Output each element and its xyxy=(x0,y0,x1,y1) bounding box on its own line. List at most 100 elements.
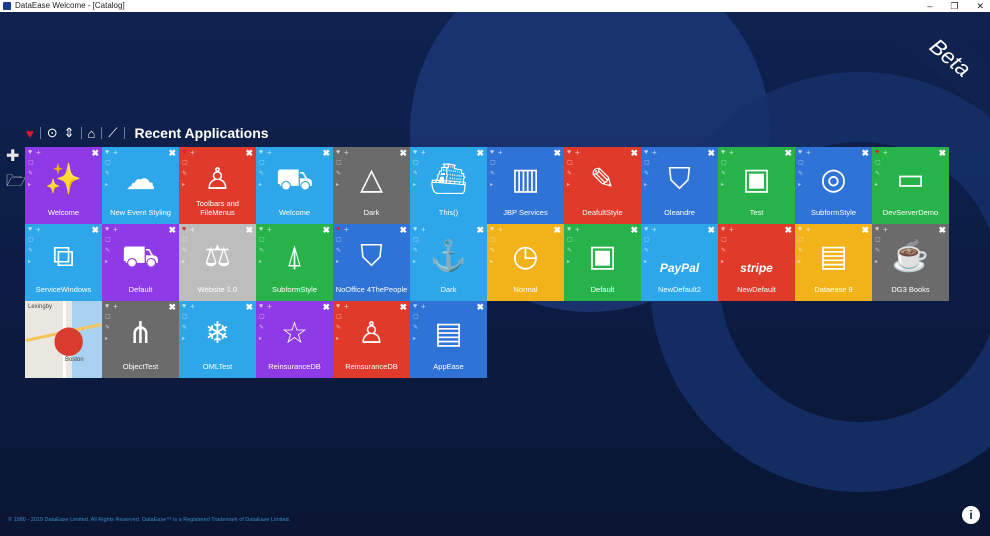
remove-tile-icon[interactable]: ✖ xyxy=(861,225,869,236)
remove-tile-icon[interactable]: ✖ xyxy=(630,225,638,236)
pin-plus-icon[interactable]: + xyxy=(113,225,118,234)
favorite-heart-icon[interactable]: ♥ xyxy=(644,149,648,156)
app-tile[interactable]: ♥ + ✖ ▢ ✎ ▸ PayPal NewDefault2 xyxy=(641,224,718,301)
app-tile[interactable]: ♥ + ✖ ▢ ✎ ▸ stripe NewDefault xyxy=(718,224,795,301)
remove-tile-icon[interactable]: ✖ xyxy=(245,225,253,236)
maximize-button[interactable]: ❐ xyxy=(950,0,958,12)
pin-plus-icon[interactable]: + xyxy=(267,302,272,311)
app-tile[interactable]: ♥ + ✖ ▢ ✎ ▸ ⚓ Dark xyxy=(410,224,487,301)
favorite-heart-icon[interactable]: ♥ xyxy=(490,226,494,233)
favorite-heart-icon[interactable]: ♥ xyxy=(875,226,879,233)
remove-tile-icon[interactable]: ✖ xyxy=(91,148,99,159)
app-tile[interactable]: ♥ + ✖ ▢ ✎ ▸ ☁ New Event Styling xyxy=(102,147,179,224)
open-icon[interactable]: ▢ xyxy=(644,236,650,243)
pin-plus-icon[interactable]: + xyxy=(344,302,349,311)
remove-tile-icon[interactable]: ✖ xyxy=(630,148,638,159)
info-icon[interactable]: i xyxy=(962,506,980,524)
remove-tile-icon[interactable]: ✖ xyxy=(168,148,176,159)
remove-tile-icon[interactable]: ✖ xyxy=(553,148,561,159)
favorite-heart-icon[interactable]: ♥ xyxy=(798,226,802,233)
favorite-heart-icon[interactable]: ♥ xyxy=(182,149,186,156)
app-tile[interactable]: ♥ + ✖ ▢ ✎ ▸ ✎ DeafultStyle xyxy=(564,147,641,224)
remove-tile-icon[interactable]: ✖ xyxy=(399,148,407,159)
pin-plus-icon[interactable]: + xyxy=(729,148,734,157)
app-tile[interactable]: ♥ + ✖ ▢ ✎ ▸ ⋔ ObjectTest xyxy=(102,301,179,378)
remove-tile-icon[interactable]: ✖ xyxy=(245,148,253,159)
pin-plus-icon[interactable]: + xyxy=(498,148,503,157)
app-tile[interactable]: ♥ + ✖ ▢ ✎ ▸ ♙ Toolbars and FileMenus xyxy=(179,147,256,224)
remove-tile-icon[interactable]: ✖ xyxy=(707,225,715,236)
app-tile[interactable]: ♥ + ✖ ▢ ✎ ▸ ☕ DG3 Books xyxy=(872,224,949,301)
favorite-heart-icon[interactable]: ♥ xyxy=(259,149,263,156)
favorite-heart-icon[interactable]: ♥ xyxy=(798,149,802,156)
remove-tile-icon[interactable]: ✖ xyxy=(707,148,715,159)
app-tile[interactable]: ♥ + ✖ ▢ ✎ ▸ ⛉ Oleandre xyxy=(641,147,718,224)
remove-tile-icon[interactable]: ✖ xyxy=(168,302,176,313)
favorite-heart-icon[interactable]: ♥ xyxy=(413,303,417,310)
favorites-heart-icon[interactable]: ♥ xyxy=(26,126,34,141)
remove-tile-icon[interactable]: ✖ xyxy=(245,302,253,313)
pin-plus-icon[interactable]: + xyxy=(729,225,734,234)
remove-tile-icon[interactable]: ✖ xyxy=(784,148,792,159)
app-tile[interactable]: ♥ + ✖ ▢ ✎ ▸ ▥ JBP Services xyxy=(487,147,564,224)
pin-plus-icon[interactable]: + xyxy=(344,148,349,157)
minimize-button[interactable]: – xyxy=(927,0,932,12)
pin-plus-icon[interactable]: + xyxy=(883,148,888,157)
favorite-heart-icon[interactable]: ♥ xyxy=(28,226,32,233)
pin-plus-icon[interactable]: + xyxy=(421,225,426,234)
folder-icon[interactable]: 🗁 xyxy=(6,170,26,197)
remove-tile-icon[interactable]: ✖ xyxy=(399,225,407,236)
home-icon[interactable]: ⌂ xyxy=(88,126,96,141)
favorite-heart-icon[interactable]: ♥ xyxy=(413,149,417,156)
favorite-heart-icon[interactable]: ♥ xyxy=(259,303,263,310)
app-tile[interactable]: ♥ + ✖ ▢ ✎ ▸ ⛴ This() xyxy=(410,147,487,224)
sort-icon[interactable]: ⇕ xyxy=(64,125,75,141)
remove-tile-icon[interactable]: ✖ xyxy=(784,225,792,236)
magic-wand-icon[interactable]: ⟋ xyxy=(108,125,117,141)
pin-plus-icon[interactable]: + xyxy=(652,148,657,157)
app-tile[interactable]: ♥ + ✖ ▢ ✎ ▸ ⧉ ServiceWindows xyxy=(25,224,102,301)
app-tile[interactable]: ♥ + ✖ ▢ ✎ ▸ ◎ SubformStyle xyxy=(795,147,872,224)
favorite-heart-icon[interactable]: ♥ xyxy=(182,303,186,310)
app-tile[interactable]: ♥ + ✖ ▢ ✎ ▸ ⚖ Website 1.0 xyxy=(179,224,256,301)
remove-tile-icon[interactable]: ✖ xyxy=(322,225,330,236)
pin-plus-icon[interactable]: + xyxy=(113,302,118,311)
pin-plus-icon[interactable]: + xyxy=(36,148,41,157)
favorite-heart-icon[interactable]: ♥ xyxy=(490,149,494,156)
pin-plus-icon[interactable]: + xyxy=(113,148,118,157)
pin-plus-icon[interactable]: + xyxy=(652,225,657,234)
app-tile[interactable]: ♥ + ✖ ▢ ✎ ▸ ▭ DevServerDemo xyxy=(872,147,949,224)
app-tile[interactable]: ♥ + ✖ ▢ ✎ ▸ ▤ AppEase xyxy=(410,301,487,378)
favorite-heart-icon[interactable]: ♥ xyxy=(336,226,340,233)
favorite-heart-icon[interactable]: ♥ xyxy=(105,303,109,310)
pin-plus-icon[interactable]: + xyxy=(421,148,426,157)
remove-tile-icon[interactable]: ✖ xyxy=(861,148,869,159)
open-icon[interactable]: ▢ xyxy=(721,236,727,243)
favorite-heart-icon[interactable]: ♥ xyxy=(336,303,340,310)
remove-tile-icon[interactable]: ✖ xyxy=(476,148,484,159)
favorite-heart-icon[interactable]: ♥ xyxy=(721,149,725,156)
pin-plus-icon[interactable]: + xyxy=(806,148,811,157)
remove-tile-icon[interactable]: ✖ xyxy=(476,225,484,236)
app-tile[interactable]: ♥ + ✖ ▢ ✎ ▸ ⍋ SubformStyle xyxy=(256,224,333,301)
favorite-heart-icon[interactable]: ♥ xyxy=(105,149,109,156)
app-tile[interactable]: ♥ + ✖ ▢ ✎ ▸ ▣ Test xyxy=(718,147,795,224)
remove-tile-icon[interactable]: ✖ xyxy=(322,148,330,159)
favorite-heart-icon[interactable]: ♥ xyxy=(644,226,648,233)
pin-plus-icon[interactable]: + xyxy=(498,225,503,234)
remove-tile-icon[interactable]: ✖ xyxy=(91,225,99,236)
pin-plus-icon[interactable]: + xyxy=(190,225,195,234)
app-tile[interactable]: ♥ + ✖ ▢ ✎ ▸ ☆ ReinsuranceDB xyxy=(256,301,333,378)
remove-tile-icon[interactable]: ✖ xyxy=(322,302,330,313)
favorite-heart-icon[interactable]: ♥ xyxy=(28,149,32,156)
favorite-heart-icon[interactable]: ♥ xyxy=(259,226,263,233)
favorite-heart-icon[interactable]: ♥ xyxy=(567,149,571,156)
favorite-heart-icon[interactable]: ♥ xyxy=(105,226,109,233)
favorite-heart-icon[interactable]: ♥ xyxy=(721,226,725,233)
pin-plus-icon[interactable]: + xyxy=(575,148,580,157)
favorite-heart-icon[interactable]: ♥ xyxy=(182,226,186,233)
favorite-heart-icon[interactable]: ♥ xyxy=(413,226,417,233)
pin-plus-icon[interactable]: + xyxy=(883,225,888,234)
pin-plus-icon[interactable]: + xyxy=(36,225,41,234)
app-tile[interactable]: ♥ + ✖ ▢ ✎ ▸ ❄ OMLTest xyxy=(179,301,256,378)
